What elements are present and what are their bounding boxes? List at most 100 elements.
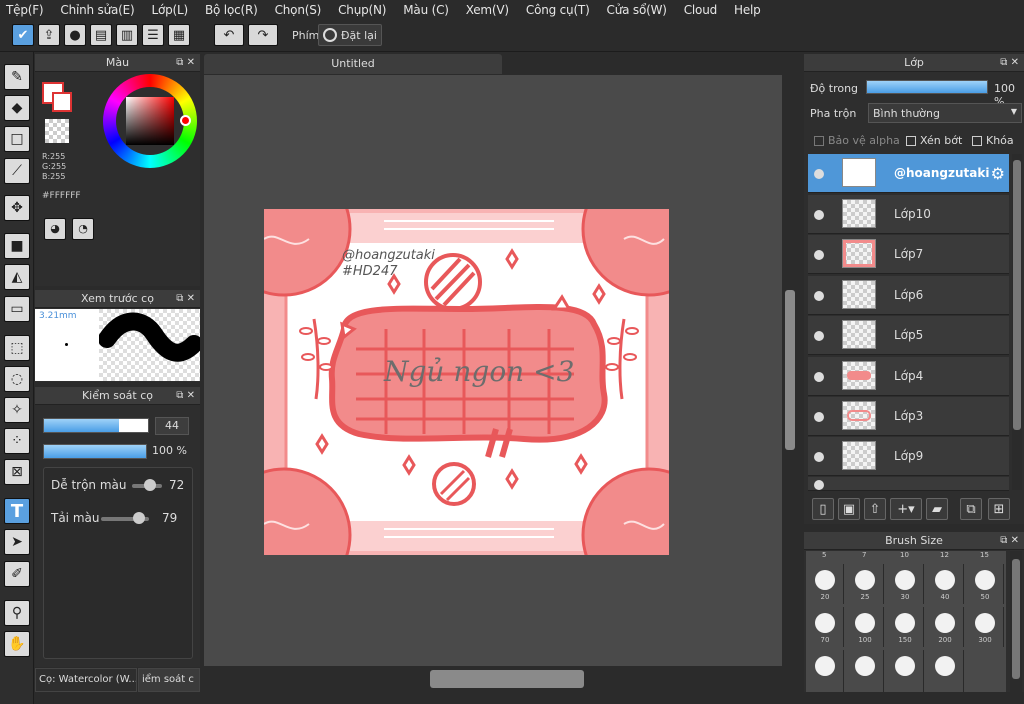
layer-item[interactable] [808,477,1009,491]
saturation-square[interactable] [126,97,174,145]
menu-tools[interactable]: Công cụ(T) [526,3,590,17]
gear-icon[interactable]: ⚙ [991,164,1005,183]
visibility-icon[interactable] [814,452,824,462]
brush-size-scrollbar[interactable] [1010,551,1022,692]
brush-size-option[interactable] [886,650,924,692]
layer-item[interactable]: Lớp4 [808,357,1009,396]
blend-slider[interactable] [132,479,162,491]
layer-scroll-thumb[interactable] [1013,160,1021,430]
color-set-icon[interactable]: ◔ [72,218,94,240]
clipping-checkbox[interactable]: Xén bớt [906,134,962,147]
panel-close-icon[interactable]: ⧉ ✕ [176,390,195,401]
horizontal-scrollbar[interactable] [204,668,798,690]
text-tool-icon[interactable]: T [4,498,30,524]
brush-size-option[interactable]: 30 [886,564,924,604]
visibility-icon[interactable] [814,210,824,220]
brush-size-slider[interactable] [43,418,149,433]
panel-close-icon[interactable]: ⧉ ✕ [176,293,195,304]
message-icon[interactable]: ▤ [90,24,112,46]
layer-scrollbar[interactable] [1012,154,1022,490]
select-pen-icon[interactable]: ⁘ [4,428,30,454]
layer-item[interactable]: Lớp10 [808,195,1009,234]
magic-wand-icon[interactable]: ✧ [4,397,30,423]
menu-edit[interactable]: Chỉnh sửa(E) [60,3,134,17]
brush-size-option[interactable]: 100 [846,607,884,647]
fill-rect-tool-icon[interactable]: ■ [4,233,30,259]
shape-tool-icon[interactable]: □ [4,126,30,152]
menu-layer[interactable]: Lớp(L) [152,3,189,17]
layer-item[interactable]: Lớp7 [808,235,1009,274]
duplicate-layer-icon[interactable]: ⧉ [960,498,982,520]
import-layer-icon[interactable]: ⇧ [864,498,886,520]
select-eraser-icon[interactable]: ⊠ [4,459,30,485]
merge-layer-icon[interactable]: ⊞ [988,498,1010,520]
brush-opacity-slider[interactable] [43,444,147,459]
lasso-icon[interactable]: ◌ [4,366,30,392]
canvas-area[interactable]: @hoangzutaki #HD247 Ngủ ngon <3 [204,75,782,666]
eraser-tool-icon[interactable]: ◆ [4,95,30,121]
brush-size-option[interactable]: 200 [926,607,964,647]
brush-size-option[interactable] [926,650,964,692]
hue-ring[interactable] [103,74,197,168]
menu-help[interactable]: Help [734,3,761,17]
brush-size-option[interactable]: 40 [926,564,964,604]
reset-button[interactable]: Đặt lại [318,24,382,46]
menu-cloud[interactable]: Cloud [684,3,717,17]
brush-size-option[interactable]: 150 [886,607,924,647]
background-color-swatch[interactable] [52,92,72,112]
brush-size-option[interactable]: 70 [806,607,844,647]
menu-window[interactable]: Cửa sổ(W) [607,3,667,17]
visibility-icon[interactable] [814,372,824,382]
transparent-color-swatch[interactable] [45,119,69,143]
visibility-icon[interactable] [814,412,824,422]
redo-icon[interactable]: ↷ [248,24,278,46]
brush-size-option[interactable] [806,650,844,692]
list-icon[interactable]: ☰ [142,24,164,46]
document-tab[interactable]: Untitled [204,54,502,74]
cloud-save-icon[interactable]: ✔ [12,24,34,46]
visibility-icon[interactable] [814,169,824,179]
panel-close-icon[interactable]: ⧉ ✕ [176,57,195,68]
eyedropper-icon[interactable]: ⚲ [4,600,30,626]
brush-size-option[interactable]: 25 [846,564,884,604]
brush-control-tab[interactable]: iểm soát c [138,668,200,692]
layer-item[interactable]: Lớp6 [808,276,1009,315]
menu-view[interactable]: Xem(V) [466,3,509,17]
comment-icon[interactable]: ● [64,24,86,46]
add-layer-menu-icon[interactable]: +▾ [890,498,922,520]
menu-capture[interactable]: Chụp(N) [338,3,386,17]
undo-icon[interactable]: ↶ [214,24,244,46]
layer-item[interactable]: Lớp9 [808,437,1009,476]
move-tool-icon[interactable]: ✥ [4,195,30,221]
document-icon[interactable]: ▥ [116,24,138,46]
lock-checkbox[interactable]: Khóa [972,134,1014,147]
layer-opacity-slider[interactable] [866,80,988,94]
brush-tool-icon[interactable]: ✎ [4,64,30,90]
brush-size-option[interactable]: 300 [966,607,1004,647]
brush-size-option[interactable]: 20 [806,564,844,604]
visibility-icon[interactable] [814,480,824,490]
visibility-icon[interactable] [814,250,824,260]
menu-filter[interactable]: Bộ lọc(R) [205,3,258,17]
brush-size-value[interactable]: 44 [155,417,189,435]
palette-icon[interactable]: ◕ [44,218,66,240]
select-rect-icon[interactable]: ⬚ [4,335,30,361]
panel-close-icon[interactable]: ⧉ ✕ [1000,57,1019,68]
hue-handle[interactable] [180,115,191,126]
blend-mode-select[interactable]: Bình thường ▼ [868,103,1022,123]
grid-icon[interactable]: ▦ [168,24,190,46]
brush-size-option[interactable]: 50 [966,564,1004,604]
layer-item[interactable]: Lớp5 [808,316,1009,355]
artwork-canvas[interactable]: @hoangzutaki #HD247 Ngủ ngon <3 [264,209,669,555]
folder-icon[interactable]: ▰ [926,498,948,520]
layer-item[interactable]: Lớp3 [808,397,1009,436]
brush-size-option[interactable] [846,650,884,692]
menu-color[interactable]: Màu (C) [403,3,449,17]
new-layer-icon[interactable]: ▯ [812,498,834,520]
brush-size-scroll-thumb[interactable] [1012,559,1020,679]
new-halftone-layer-icon[interactable]: ▣ [838,498,860,520]
line-tool-icon[interactable]: ⟋ [4,158,30,184]
panel-close-icon[interactable]: ⧉ ✕ [1000,535,1019,546]
vertical-scroll-thumb[interactable] [785,290,795,450]
menu-file[interactable]: Tệp(F) [6,3,44,17]
